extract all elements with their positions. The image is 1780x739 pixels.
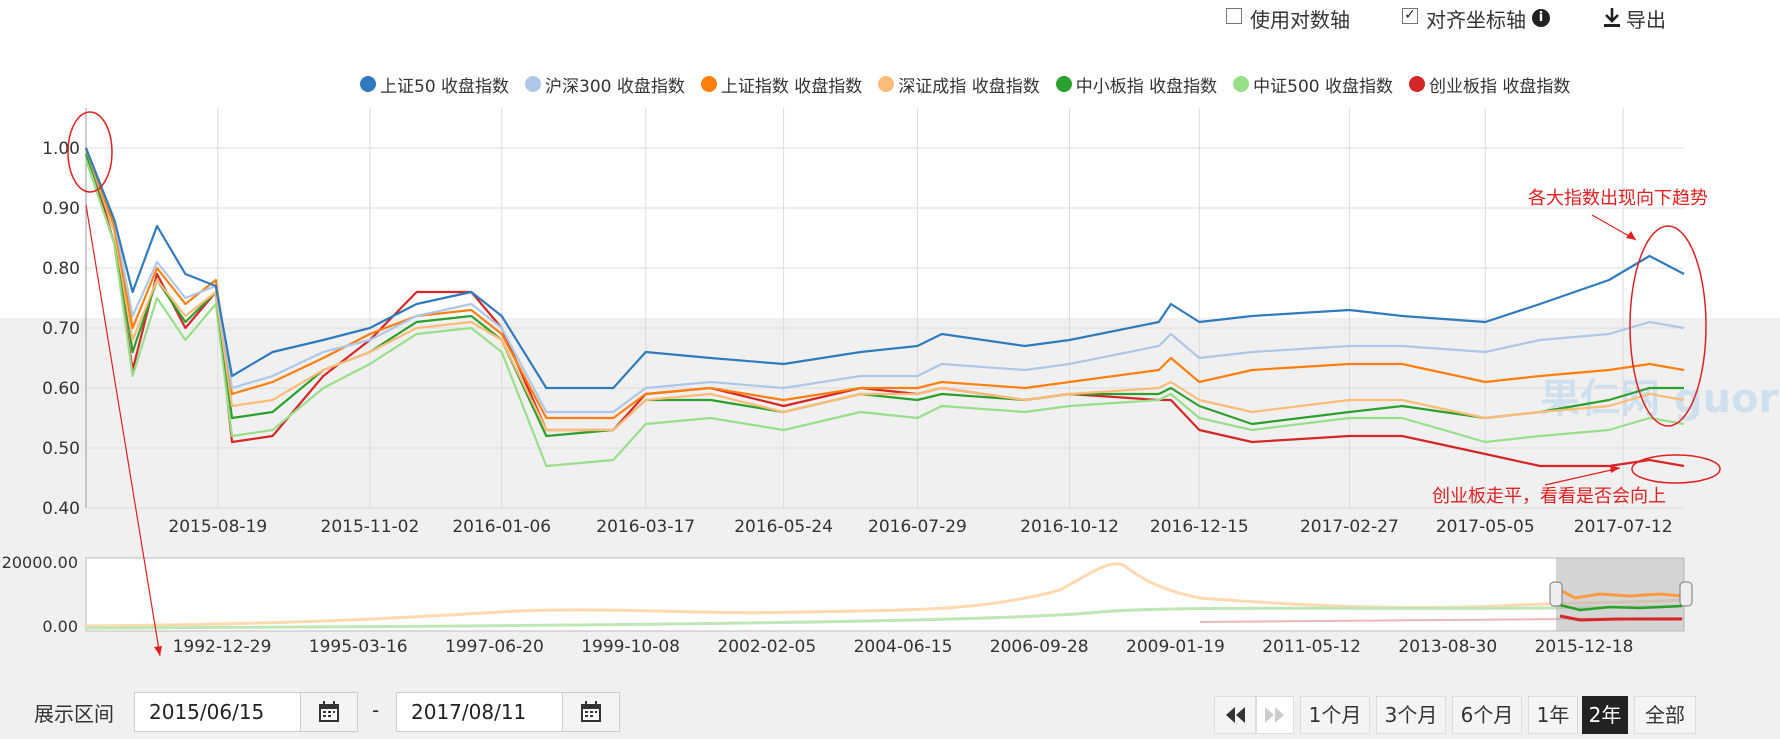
y-tick-label: 1.00: [42, 139, 80, 159]
navigator-x-tick: 1992-12-29: [173, 637, 272, 657]
navigator-x-tick: 1997-06-20: [445, 637, 544, 657]
navigator-x-tick: 2015-12-18: [1535, 637, 1634, 657]
y-tick-label: 0.90: [42, 199, 80, 219]
annotation-text: 创业板走平，看看是否会向上: [1432, 486, 1666, 507]
fast-forward-icon: [1265, 707, 1284, 723]
annotation-arrowhead: [154, 646, 162, 656]
navigator[interactable]: 20000.00 0.00 1992-12-29 1995-03-16 1997-0…: [2, 553, 1693, 657]
navigator-y-tick: 20000.00: [2, 553, 78, 572]
series-lines: [84, 147, 1685, 468]
forward-button[interactable]: [1256, 696, 1294, 734]
fast-backward-icon: [1226, 707, 1245, 723]
series-line: [84, 147, 1685, 468]
y-tick-label: 0.40: [42, 499, 80, 519]
navigator-x-tick: 2002-02-05: [717, 637, 816, 657]
navigator-x-tick: 1995-03-16: [309, 637, 408, 657]
annotation-arrow: [1544, 467, 1621, 486]
x-tick-label: 2016-05-24: [734, 517, 833, 537]
y-tick-label: 0.60: [42, 379, 80, 399]
grid: [85, 108, 1684, 509]
range-button-1m[interactable]: 1个月: [1300, 696, 1370, 734]
navigator-x-tick: 2009-01-19: [1126, 637, 1225, 657]
watermark: 果仁网 guorn.com: [1540, 376, 1780, 422]
annotation-text: 各大指数出现向下趋势: [1528, 188, 1708, 209]
x-axis: 2015-08-19 2015-11-02 2016-01-06 2016-03-17…: [168, 517, 1672, 537]
range-separator: -: [372, 698, 380, 722]
calendar-icon: [581, 701, 601, 722]
start-calendar-button[interactable]: [300, 692, 358, 732]
y-tick-label: 0.80: [42, 259, 80, 279]
navigator-handle-right[interactable]: [1679, 581, 1693, 607]
y-tick-label: 0.50: [42, 439, 80, 459]
x-tick-label: 2015-08-19: [168, 517, 267, 537]
annotation-circle: [1631, 454, 1721, 484]
watermark-cn: 果仁网 guorn.com: [1540, 376, 1780, 422]
end-date-input[interactable]: 2017/08/11: [396, 692, 564, 732]
range-label: 展示区间: [34, 702, 114, 726]
navigator-x-tick: 1999-10-08: [581, 637, 680, 657]
navigator-x-tick: 2011-05-12: [1262, 637, 1361, 657]
navigator-y-tick: 0.00: [42, 617, 78, 636]
start-date-input[interactable]: 2015/06/15: [134, 692, 302, 732]
x-tick-label: 2017-07-12: [1574, 517, 1673, 537]
x-tick-label: 2016-10-12: [1020, 517, 1119, 537]
y-tick-label: 0.70: [42, 319, 80, 339]
x-tick-label: 2016-01-06: [452, 517, 551, 537]
x-tick-label: 2015-11-02: [321, 517, 420, 537]
x-tick-label: 2016-07-29: [868, 517, 967, 537]
x-tick-label: 2017-05-05: [1436, 517, 1535, 537]
navigator-x-tick: 2006-09-28: [990, 637, 1089, 657]
end-calendar-button[interactable]: [562, 692, 620, 732]
calendar-icon: [319, 701, 339, 722]
x-tick-label: 2016-12-15: [1150, 517, 1249, 537]
range-button-all[interactable]: 全部: [1634, 696, 1696, 734]
series-line: [84, 159, 1685, 468]
range-button-1y[interactable]: 1年: [1528, 696, 1578, 734]
line-chart[interactable]: 果仁网 guorn.com 1.00 0.90 0.80 0.70 0.60 0.50 0.…: [0, 0, 1780, 680]
navigator-x-tick: 2013-08-30: [1398, 637, 1497, 657]
navigator-handle-left[interactable]: [1549, 581, 1563, 607]
series-line: [84, 147, 1685, 420]
range-button-3m[interactable]: 3个月: [1376, 696, 1446, 734]
navigator-x-tick: 2004-06-15: [854, 637, 953, 657]
range-button-6m[interactable]: 6个月: [1452, 696, 1522, 734]
x-tick-label: 2017-02-27: [1300, 517, 1399, 537]
y-axis: 1.00 0.90 0.80 0.70 0.60 0.50 0.40: [42, 139, 80, 519]
navigator-x-axis: 1992-12-29 1995-03-16 1997-06-20 1999-10-08…: [173, 637, 1634, 657]
range-button-2y[interactable]: 2年: [1582, 696, 1628, 734]
rewind-button[interactable]: [1214, 696, 1256, 734]
x-tick-label: 2016-03-17: [596, 517, 695, 537]
